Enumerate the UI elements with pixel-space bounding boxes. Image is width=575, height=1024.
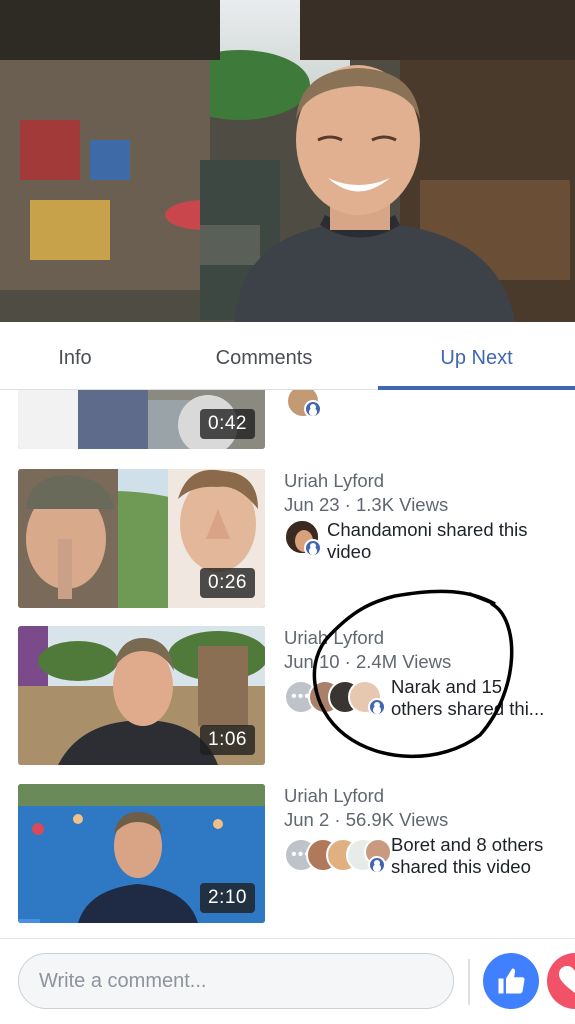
person-badge-icon	[368, 856, 386, 874]
shared-text: Boret and 8 others shared this video	[391, 834, 544, 877]
comment-bar	[0, 938, 575, 1024]
list-item[interactable]: 0:42	[0, 390, 575, 450]
shared-by: Chandamoni shared this video	[284, 519, 569, 567]
video-stats: Jun 2 · 56.9K Views	[284, 809, 449, 830]
video-meta	[284, 390, 569, 442]
shared-text: Chandamoni shared this video	[327, 519, 528, 562]
shared-text: Narak and 15 others shared thi...	[391, 676, 545, 719]
tab-bar: Info Comments Up Next	[0, 322, 575, 390]
up-next-list[interactable]: 0:42 0:26 Uriah Lyford Jun 23 · 1.3K Vie…	[0, 390, 575, 938]
list-item[interactable]: 0:26 Uriah Lyford Jun 23 · 1.3K Views Ch…	[0, 469, 575, 609]
video-thumbnail[interactable]: 0:26	[18, 469, 265, 608]
video-stats: Jun 10 · 2.4M Views	[284, 651, 452, 672]
person-badge-icon	[304, 400, 322, 418]
video-author[interactable]: Uriah Lyford	[284, 626, 569, 650]
video-thumbnail[interactable]: 0:42	[18, 390, 265, 449]
list-item[interactable]: 1:06 Uriah Lyford Jun 10 · 2.4M Views ••…	[0, 626, 575, 766]
shared-by: ••• Boret and 8 others shared this video	[284, 834, 569, 882]
heart-icon	[559, 966, 575, 993]
video-author[interactable]: Uriah Lyford	[284, 469, 569, 493]
like-button[interactable]	[483, 953, 539, 1009]
video-duration: 1:06	[200, 725, 255, 755]
video-thumbnail[interactable]: 1:06	[18, 626, 265, 765]
comment-input[interactable]	[18, 953, 454, 1009]
tab-info[interactable]: Info	[0, 322, 150, 390]
video-frame	[0, 0, 575, 322]
shared-by: ••• Narak and 15 others shared thi...	[284, 676, 569, 724]
video-stats: Jun 23 · 1.3K Views	[284, 494, 449, 515]
video-meta: Uriah Lyford Jun 23 · 1.3K Views Chandam…	[284, 469, 569, 567]
video-author[interactable]: Uriah Lyford	[284, 784, 569, 808]
video-thumbnail[interactable]: 2:10	[18, 784, 265, 923]
thumbs-up-icon	[498, 968, 525, 994]
tab-comments[interactable]: Comments	[164, 322, 364, 390]
list-item[interactable]: 2:10 Uriah Lyford Jun 2 · 56.9K Views ••…	[0, 784, 575, 924]
tab-up-next[interactable]: Up Next	[378, 322, 575, 390]
video-duration: 0:26	[200, 568, 255, 598]
person-badge-icon	[304, 539, 322, 557]
watch-progress-bar	[18, 919, 40, 923]
shared-by	[284, 390, 569, 442]
person-badge-icon	[368, 698, 386, 716]
video-meta: Uriah Lyford Jun 2 · 56.9K Views ••• Bor…	[284, 784, 569, 882]
video-duration: 0:42	[200, 409, 255, 439]
video-player[interactable]	[0, 0, 575, 322]
love-button[interactable]	[547, 953, 575, 1009]
video-meta: Uriah Lyford Jun 10 · 2.4M Views ••• Nar…	[284, 626, 569, 724]
video-duration: 2:10	[200, 883, 255, 913]
divider	[468, 959, 470, 1005]
